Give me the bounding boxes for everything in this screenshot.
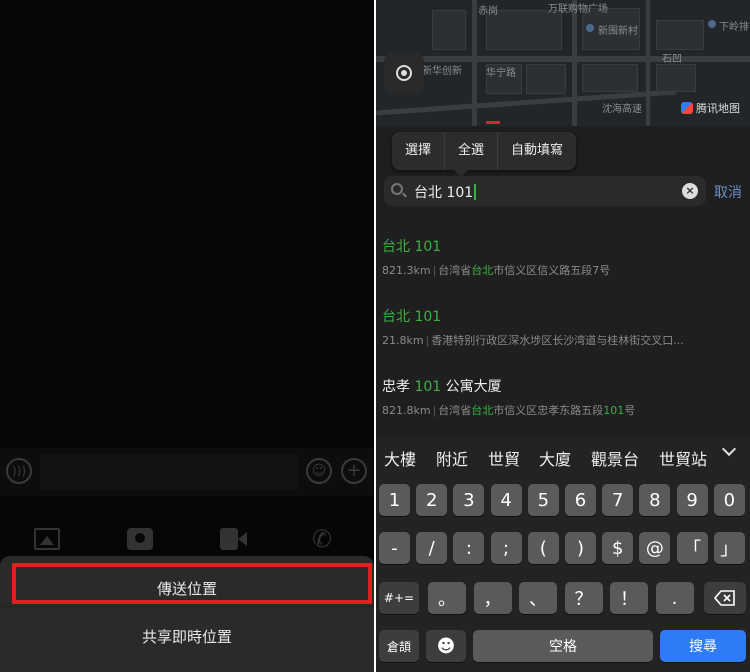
keyboard-key[interactable]: 」 xyxy=(713,532,745,564)
result-address: 821.3km | 台湾省台北市信义区信义路五段7号 xyxy=(382,264,611,277)
map-label: 石凹 xyxy=(662,54,682,65)
keyboard-key[interactable]: ; xyxy=(490,532,522,564)
phone-icon[interactable]: ✆ xyxy=(312,527,338,551)
map-label: 新围新村 xyxy=(598,26,638,37)
candidate-word[interactable]: 觀景台 xyxy=(591,446,639,470)
search-submit-key[interactable]: 搜尋 xyxy=(660,630,746,662)
voice-icon[interactable]: ))) xyxy=(6,458,32,484)
search-result-item[interactable]: 忠孝 101 公寓大厦 821.8km | 台湾省台北市信义区忠孝东路五段101号 xyxy=(382,376,742,418)
location-marker xyxy=(486,121,500,124)
plus-icon[interactable]: + xyxy=(341,458,367,484)
keyboard: 大樓 附近 世貿 大廈 觀景台 世貿站 1 2 3 4 5 6 7 8 9 0 - /:;() $ @ 「」… xyxy=(376,436,750,672)
keyboard-key[interactable]: 1 xyxy=(379,484,410,516)
context-select-all[interactable]: 全選 xyxy=(445,132,499,170)
search-value: 台北 101 xyxy=(414,185,474,201)
space-key[interactable]: 空格 xyxy=(473,630,653,662)
keyboard-key[interactable]: 。 xyxy=(428,582,466,614)
keyboard-key[interactable]: ( xyxy=(527,532,559,564)
keyboard-key[interactable]: ？ xyxy=(564,582,603,614)
cancel-button[interactable]: 取消 xyxy=(714,182,742,202)
context-select[interactable]: 選擇 xyxy=(392,132,446,170)
context-autofill[interactable]: 自動填寫 xyxy=(498,132,576,170)
keyboard-key[interactable]: ) xyxy=(565,532,596,564)
result-distance: 21.8km xyxy=(382,334,424,347)
backspace-icon xyxy=(714,590,735,606)
poi-icon xyxy=(708,20,716,28)
backspace-key[interactable] xyxy=(704,582,746,614)
message-input[interactable] xyxy=(40,454,298,490)
map-label: 下岭排 xyxy=(719,22,749,33)
keyboard-key[interactable]: @ xyxy=(639,532,671,564)
map-view[interactable]: 赤岗 万联购物广场 新围新村 下岭排 石凹 新华创新 华宁路 沈海高速 腾讯地图 xyxy=(376,0,750,126)
locate-me-button[interactable] xyxy=(384,53,424,93)
emoji-key[interactable]: ☻ xyxy=(426,630,466,662)
crosshair-icon xyxy=(396,65,412,81)
result-address: 821.8km | 台湾省台北市信义区忠孝东路五段101号 xyxy=(382,404,636,417)
keyboard-key[interactable]: 7 xyxy=(602,484,634,516)
tencent-map-logo-icon xyxy=(681,102,693,114)
keyboard-key[interactable]: 5 xyxy=(527,484,559,516)
candidate-word[interactable]: 大樓 xyxy=(384,446,416,470)
text-context-menu: 選擇 全選 自動填寫 xyxy=(392,132,577,177)
map-label: 万联购物广场 xyxy=(548,4,608,15)
search-icon xyxy=(391,183,403,195)
result-address: 21.8km | 香港特别行政区深水埗区长沙湾道与桂林街交叉口... xyxy=(382,334,684,347)
keyboard-key[interactable]: ！ xyxy=(610,582,648,614)
media-toolbar: ✆ xyxy=(0,520,374,560)
candidate-word[interactable]: 世貿 xyxy=(488,446,520,470)
poi-icon xyxy=(586,24,594,32)
search-result-item[interactable]: 台北 101 821.3km | 台湾省台北市信义区信义路五段7号 xyxy=(382,236,742,278)
candidate-bar: 大樓 附近 世貿 大廈 觀景台 世貿站 xyxy=(376,436,750,476)
keyboard-key[interactable]: 9 xyxy=(676,484,708,516)
map-label: 沈海高速 xyxy=(602,104,642,115)
search-result-item[interactable]: 台北 101 21.8km | 香港特别行政区深水埗区长沙湾道与桂林街交叉口... xyxy=(382,306,742,348)
keyboard-key[interactable]: 「 xyxy=(676,532,708,564)
emoji-icon[interactable]: ☺ xyxy=(306,458,332,484)
keyboard-key[interactable]: ， xyxy=(473,582,512,614)
result-title: 忠孝 101 公寓大厦 xyxy=(382,379,502,395)
input-method-key[interactable]: 倉頡 xyxy=(379,630,419,662)
clear-icon[interactable]: × xyxy=(682,183,698,199)
image-icon[interactable] xyxy=(34,528,60,550)
chat-panel: ))) ☺ + ✆ 傳送位置 共享即時位置 xyxy=(0,0,374,672)
keyboard-key[interactable]: $ xyxy=(602,532,634,564)
search-input[interactable]: 台北 101 × xyxy=(384,176,706,206)
video-icon[interactable] xyxy=(220,528,247,550)
result-distance: 821.3km xyxy=(382,264,431,277)
chat-input-bar: ))) ☺ + xyxy=(0,448,374,496)
location-search-panel: 赤岗 万联购物广场 新围新村 下岭排 石凹 新华创新 华宁路 沈海高速 腾讯地图… xyxy=(376,0,750,672)
share-live-location-button[interactable]: 共享即時位置 xyxy=(0,606,374,666)
result-title: 台北 101 xyxy=(382,309,442,325)
keyboard-key[interactable]: 4 xyxy=(490,484,522,516)
camera-icon[interactable] xyxy=(127,528,153,550)
map-label: 华宁路 xyxy=(486,68,516,79)
symbols-toggle-key[interactable]: #+= xyxy=(379,582,419,614)
keyboard-key[interactable]: . xyxy=(655,582,694,614)
map-label: 新华创新 xyxy=(422,66,462,77)
result-distance: 821.8km xyxy=(382,404,431,417)
keyboard-key[interactable]: 3 xyxy=(453,484,485,516)
candidate-word[interactable]: 附近 xyxy=(436,446,468,470)
keyboard-key[interactable]: : xyxy=(453,532,485,564)
candidate-word[interactable]: 大廈 xyxy=(539,446,571,470)
keyboard-key[interactable]: 6 xyxy=(565,484,596,516)
emoji-icon: ☻ xyxy=(436,635,456,657)
keyboard-key[interactable]: 0 xyxy=(713,484,745,516)
highlight-box xyxy=(12,563,372,604)
keyboard-key[interactable]: / xyxy=(416,532,448,564)
keyboard-key[interactable]: - xyxy=(379,532,410,564)
chevron-down-icon[interactable] xyxy=(721,441,737,457)
map-brand: 腾讯地图 xyxy=(681,100,740,116)
map-label: 赤岗 xyxy=(478,6,498,17)
candidate-word[interactable]: 世貿站 xyxy=(659,446,707,470)
keyboard-key[interactable]: 8 xyxy=(639,484,671,516)
keyboard-key[interactable]: 2 xyxy=(416,484,448,516)
result-title: 台北 101 xyxy=(382,239,442,255)
text-cursor xyxy=(474,184,477,200)
keyboard-key[interactable]: 、 xyxy=(519,582,557,614)
